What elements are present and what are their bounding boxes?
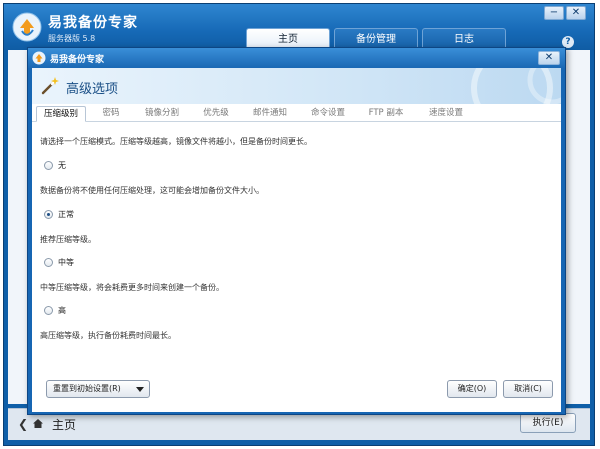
- tab-ftp-copy[interactable]: FTP 副本: [362, 106, 410, 122]
- option-normal-description: 推荐压缩等级。: [40, 235, 96, 244]
- intro-text: 请选择一个压缩模式。压缩等级越高，镜像文件将越小，但是备份时间更长。: [40, 137, 312, 146]
- minimize-button[interactable]: −: [544, 6, 564, 20]
- back-arrow-icon[interactable]: ❮: [18, 417, 28, 431]
- option-high-description: 高压缩等级，执行备份耗费时间最长。: [40, 331, 176, 340]
- option-medium-description: 中等压缩等级，将会耗费更多时间来创建一个备份。: [40, 283, 224, 292]
- dialog-title: 易我备份专家: [50, 55, 105, 65]
- dialog-banner: 高级选项: [32, 68, 561, 104]
- dialog-heading: 高级选项: [66, 82, 119, 97]
- radio-label-medium[interactable]: 中等: [58, 257, 74, 268]
- options-tabbar: 压缩级别 密码 镜像分割 优先级 邮件通知 命令设置 FTP 副本 速度设置: [32, 104, 561, 122]
- cancel-button[interactable]: 取消(C): [503, 380, 553, 398]
- home-icon[interactable]: [32, 418, 44, 429]
- radio-none[interactable]: [44, 161, 53, 170]
- dialog-logo-icon: [32, 51, 46, 65]
- dialog-content: 高级选项 压缩级别 密码 镜像分割 优先级 邮件通知 命令设置 FTP 副本 速…: [32, 68, 561, 412]
- app-edition: 服务器版 5.8: [48, 34, 96, 43]
- tab-password[interactable]: 密码: [94, 106, 128, 122]
- reset-defaults-label: 重置到初始设置(R): [53, 384, 121, 393]
- tab-command-settings[interactable]: 命令设置: [304, 106, 352, 122]
- app-header: 易我备份专家 服务器版 5.8 − ✕ 主页 备份管理 日志 ?: [4, 4, 594, 50]
- banner-decoration: [471, 68, 561, 104]
- dialog-close-button[interactable]: ✕: [538, 51, 560, 65]
- reset-defaults-button[interactable]: 重置到初始设置(R): [46, 380, 150, 398]
- footer-home-link[interactable]: 主页: [52, 416, 76, 433]
- tab-priority[interactable]: 优先级: [196, 106, 236, 122]
- advanced-options-dialog: 易我备份专家 ✕ 高级选项 压缩级别 密码 镜像分割 优先级 邮件通知 命令设置…: [27, 47, 566, 415]
- radio-medium[interactable]: [44, 258, 53, 267]
- radio-label-high[interactable]: 高: [58, 305, 66, 316]
- tab-compression-level[interactable]: 压缩级别: [36, 106, 86, 122]
- tab-email-notification[interactable]: 邮件通知: [246, 106, 294, 122]
- execute-button[interactable]: 执行(E): [520, 413, 576, 433]
- radio-label-normal[interactable]: 正常: [58, 209, 74, 220]
- option-none-description: 数据备份将不使用任何压缩处理，这可能会增加备份文件大小。: [40, 186, 264, 195]
- radio-high[interactable]: [44, 306, 53, 315]
- ok-button[interactable]: 确定(O): [447, 380, 497, 398]
- tab-speed-settings[interactable]: 速度设置: [422, 106, 470, 122]
- close-window-button[interactable]: ✕: [566, 6, 586, 20]
- dropdown-arrow-icon[interactable]: [136, 387, 144, 392]
- radio-label-none[interactable]: 无: [58, 160, 66, 171]
- tab-image-split[interactable]: 镜像分割: [138, 106, 186, 122]
- app-logo-icon: [12, 12, 42, 42]
- radio-normal[interactable]: [44, 210, 53, 219]
- magic-wand-icon: [41, 77, 59, 95]
- dialog-titlebar[interactable]: 易我备份专家 ✕: [28, 48, 565, 68]
- app-title: 易我备份专家: [48, 15, 138, 31]
